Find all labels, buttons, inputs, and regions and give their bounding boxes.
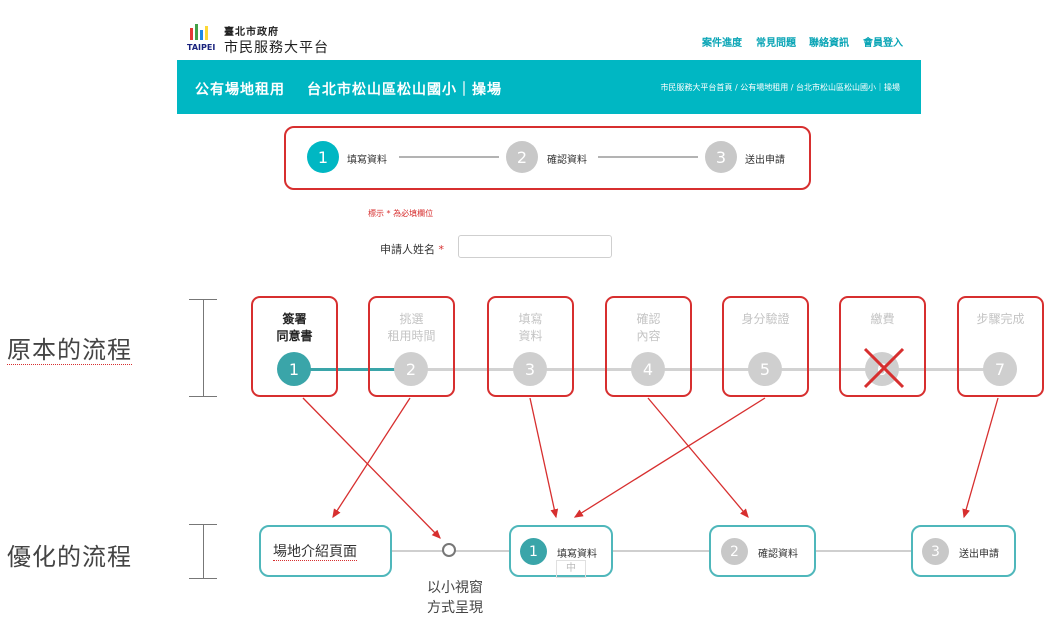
optimized-step-1-sub: 中 [556, 560, 586, 578]
intro-page-label-text: 場地介紹頁面 [273, 544, 357, 561]
arrow-step1-to-popup [302, 397, 441, 539]
optimized-track [390, 550, 920, 552]
optimized-step-1-label: 填寫資料 [557, 549, 597, 560]
optimized-step-3-circle: 3 [922, 538, 949, 565]
optimized-step-2-label: 確認資料 [758, 549, 798, 560]
bracket-bottom [189, 578, 217, 579]
arrow-step4-to-confirm [647, 397, 749, 518]
popup-node-icon [442, 543, 456, 557]
arrow-step7-to-submit [962, 397, 999, 519]
optimized-process-label: 優化的流程 [7, 543, 132, 571]
arrow-step5-to-fill [573, 397, 766, 518]
optimized-step-3-label: 送出申請 [959, 549, 999, 560]
intro-page-label: 場地介紹頁面 [273, 541, 357, 561]
optimized-step-2-circle: 2 [721, 538, 748, 565]
arrow-step3-to-fill [529, 397, 559, 519]
arrow-step2-to-intro [332, 397, 411, 519]
bracket-top [189, 524, 217, 525]
optimized-step-1-circle: 1 [520, 538, 547, 565]
bracket [203, 524, 204, 578]
popup-note-line1: 以小視窗 [427, 580, 483, 596]
popup-note: 以小視窗 方式呈現 [405, 578, 505, 618]
popup-note-line2: 方式呈現 [427, 600, 483, 616]
